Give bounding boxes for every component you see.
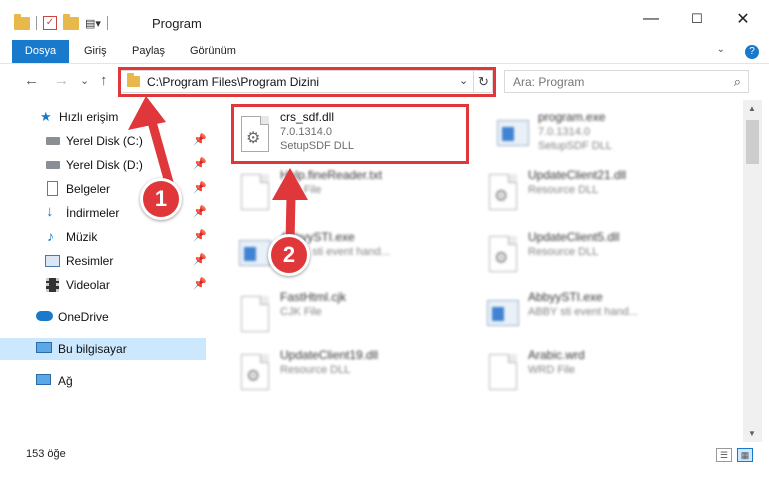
arrow-to-address-bar [128, 96, 175, 191]
annotation-badge-2: 2 [268, 234, 310, 276]
annotation-arrows [128, 96, 308, 247]
arrow-to-file [272, 168, 308, 247]
annotation-badge-1: 1 [140, 178, 182, 220]
explorer-window: ✓ ▤▾ Program — ☐ ✕ Dosya Giriş Paylaş Gö… [0, 0, 769, 480]
